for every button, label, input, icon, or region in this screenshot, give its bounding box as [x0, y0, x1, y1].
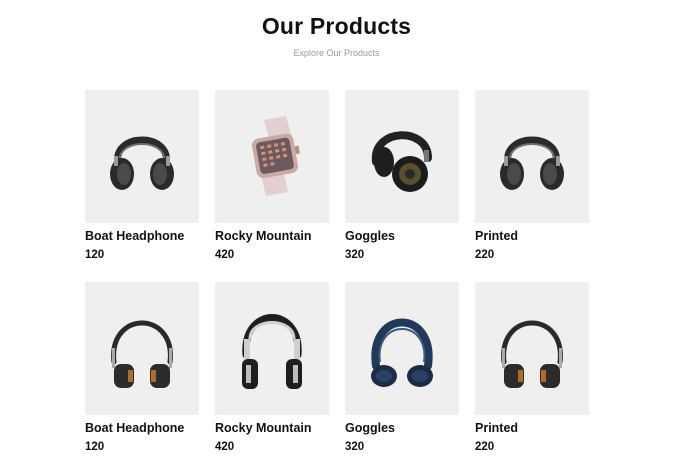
product-price: 220 — [475, 249, 495, 261]
headphone-icon — [110, 136, 174, 190]
product-card[interactable]: Rocky Mountain 420 — [215, 282, 329, 457]
page-title: Our Products — [261, 13, 412, 39]
headphone-icon — [371, 130, 432, 192]
product-name[interactable]: Printed — [475, 420, 589, 436]
product-image[interactable] — [85, 282, 199, 415]
product-image[interactable] — [345, 282, 459, 415]
product-name[interactable]: Printed — [475, 228, 589, 244]
smartwatch-icon — [251, 115, 300, 196]
product-name[interactable]: Goggles — [345, 420, 459, 436]
product-name[interactable]: Goggles — [345, 228, 459, 244]
product-name[interactable]: Rocky Mountain — [215, 228, 329, 244]
product-image[interactable] — [85, 90, 199, 223]
product-card[interactable]: Printed 220 — [475, 282, 589, 457]
headphone-icon — [111, 320, 173, 388]
product-name[interactable]: Rocky Mountain — [215, 420, 329, 436]
product-grid: Boat Headphone 120 Rocky Mountain 420 Go… — [85, 90, 595, 457]
product-card[interactable]: Printed 220 — [475, 90, 589, 265]
product-card[interactable]: Goggles 320 — [345, 90, 459, 265]
product-price: 420 — [215, 441, 235, 453]
product-price: 220 — [475, 441, 495, 453]
product-image[interactable] — [345, 90, 459, 223]
product-price: 120 — [85, 441, 105, 453]
product-price: 420 — [215, 249, 235, 261]
product-image[interactable] — [215, 90, 329, 223]
product-price: 320 — [345, 249, 365, 261]
product-price: 320 — [345, 441, 365, 453]
product-image[interactable] — [475, 90, 589, 223]
products-page: Our Products Explore Our Products Boat H… — [0, 0, 673, 459]
product-card[interactable]: Boat Headphone 120 — [85, 90, 199, 265]
page-subtitle: Explore Our Products — [293, 48, 380, 58]
headphone-icon — [242, 313, 302, 389]
product-image[interactable] — [215, 282, 329, 415]
product-name[interactable]: Boat Headphone — [85, 420, 199, 436]
product-card[interactable]: Goggles 320 — [345, 282, 459, 457]
headphone-icon — [500, 136, 564, 190]
headphone-icon — [501, 320, 563, 388]
product-image[interactable] — [475, 282, 589, 415]
product-card[interactable]: Boat Headphone 120 — [85, 282, 199, 457]
product-price: 120 — [85, 249, 105, 261]
headphone-icon — [371, 318, 433, 387]
product-card[interactable]: Rocky Mountain 420 — [215, 90, 329, 265]
product-name[interactable]: Boat Headphone — [85, 228, 199, 244]
